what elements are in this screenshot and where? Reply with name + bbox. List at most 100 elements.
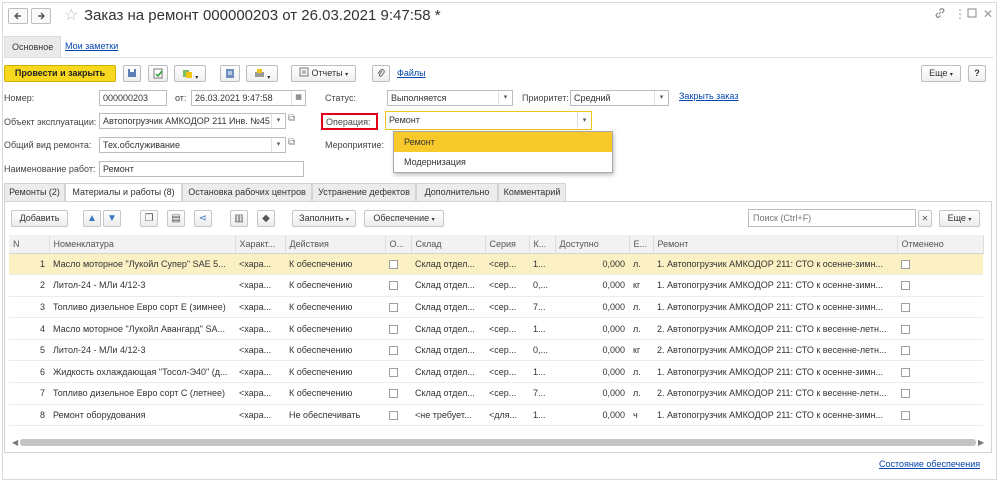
- cell-available[interactable]: 0,000: [555, 404, 629, 427]
- cell-cancelled[interactable]: [897, 382, 983, 405]
- cell-char[interactable]: <хара...: [235, 382, 285, 405]
- tab-work-center-stop[interactable]: Остановка рабочих центров: [182, 183, 312, 202]
- add-button[interactable]: Добавить: [11, 210, 68, 227]
- move-up-button[interactable]: ▲: [83, 210, 101, 227]
- move-down-button[interactable]: ▼: [103, 210, 121, 227]
- checkbox[interactable]: [901, 259, 910, 269]
- scroll-right-icon[interactable]: ▶: [978, 438, 984, 447]
- back-button[interactable]: [8, 8, 28, 24]
- post-and-close-button[interactable]: Провести и закрыть: [4, 65, 116, 82]
- cell-n[interactable]: 3: [9, 296, 49, 319]
- tab-materials[interactable]: Материалы и работы (8): [65, 183, 182, 203]
- col-header-available[interactable]: Доступно: [555, 235, 630, 254]
- cell-repair[interactable]: 1. Автопогрузчик АМКОДОР 211: СТО к осен…: [653, 274, 897, 297]
- chevron-down-icon[interactable]: ▾: [577, 112, 591, 129]
- delete-button[interactable]: ▤: [167, 210, 185, 227]
- checkbox[interactable]: [389, 367, 398, 377]
- cell-action[interactable]: К обеспечению: [285, 274, 385, 297]
- cell-warehouse[interactable]: Склад отдел...: [411, 382, 485, 405]
- priority-select[interactable]: Средний ▾: [570, 90, 669, 106]
- cell-series[interactable]: <сер...: [485, 360, 529, 384]
- col-header-warehouse[interactable]: Склад: [411, 235, 486, 254]
- close-order-link[interactable]: Закрыть заказ: [679, 91, 738, 101]
- cell-qty[interactable]: 7...: [529, 296, 555, 319]
- date-field[interactable]: 26.03.2021 9:47:58 ▦: [191, 90, 306, 106]
- cell-char[interactable]: <хара...: [235, 339, 285, 362]
- dropdown-option-repair[interactable]: Ремонт: [394, 132, 612, 152]
- checkbox[interactable]: [389, 281, 398, 291]
- clear-search-button[interactable]: ✕: [918, 210, 932, 227]
- cell-series[interactable]: <сер...: [485, 382, 529, 405]
- cell-flag[interactable]: [385, 296, 411, 319]
- open-link-icon[interactable]: ⧉: [288, 113, 295, 124]
- cell-warehouse[interactable]: Склад отдел...: [411, 253, 485, 276]
- checkbox[interactable]: [389, 346, 398, 356]
- cell-cancelled[interactable]: [897, 404, 983, 427]
- col-header-unit[interactable]: Е...: [629, 235, 654, 254]
- cell-item[interactable]: Жидкость охлаждающая "Тосол-Э40" (д...: [49, 360, 235, 384]
- cell-char[interactable]: <хара...: [235, 404, 285, 427]
- maximize-icon[interactable]: [967, 7, 977, 21]
- cell-char[interactable]: <хара...: [235, 253, 285, 276]
- cell-series[interactable]: <сер...: [485, 274, 529, 297]
- cell-cancelled[interactable]: [897, 317, 983, 340]
- table-row[interactable]: 4 Масло моторное "Лукойл Авангард" SA... <…: [9, 317, 983, 340]
- cell-unit[interactable]: л.: [629, 317, 653, 340]
- link-icon[interactable]: [934, 7, 946, 22]
- cell-qty[interactable]: 1...: [529, 253, 555, 276]
- pick-button[interactable]: ◆: [257, 210, 275, 227]
- checkbox[interactable]: [901, 346, 910, 356]
- table-row[interactable]: 3 Топливо дизельное Евро сорт Е (зимнее) <…: [9, 296, 983, 319]
- cell-cancelled[interactable]: [897, 360, 983, 384]
- cell-action[interactable]: К обеспечению: [285, 317, 385, 340]
- tab-defects[interactable]: Устранение дефектов: [312, 183, 416, 202]
- cell-warehouse[interactable]: Склад отдел...: [411, 296, 485, 319]
- cell-series[interactable]: <для...: [485, 404, 529, 427]
- cell-available[interactable]: 0,000: [555, 274, 629, 297]
- tab-additional[interactable]: Дополнительно: [416, 183, 498, 202]
- work-name-field[interactable]: Ремонт: [99, 161, 304, 177]
- cell-n[interactable]: 2: [9, 274, 49, 297]
- cell-series[interactable]: <сер...: [485, 317, 529, 340]
- chevron-down-icon[interactable]: ▾: [271, 114, 285, 128]
- table-row[interactable]: 1 Масло моторное "Лукойл Супер" SAE 5... <…: [9, 253, 983, 276]
- cell-available[interactable]: 0,000: [555, 296, 629, 319]
- cell-n[interactable]: 5: [9, 339, 49, 362]
- reports-button[interactable]: Отчеты ▾: [291, 65, 356, 82]
- tab-repairs[interactable]: Ремонты (2): [4, 183, 65, 202]
- cell-n[interactable]: 4: [9, 317, 49, 340]
- cell-flag[interactable]: [385, 317, 411, 340]
- cell-cancelled[interactable]: [897, 339, 983, 362]
- checkbox[interactable]: [389, 411, 398, 421]
- chevron-down-icon[interactable]: ▾: [271, 138, 285, 152]
- cell-repair[interactable]: 1. Автопогрузчик АМКОДОР 211: СТО к осен…: [653, 296, 897, 319]
- cell-unit[interactable]: л.: [629, 296, 653, 319]
- help-button[interactable]: ?: [968, 65, 986, 82]
- post-button[interactable]: [148, 65, 168, 82]
- chevron-down-icon[interactable]: ▾: [654, 91, 668, 105]
- supply-status-link[interactable]: Состояние обеспечения: [879, 459, 980, 469]
- col-header-cancelled[interactable]: Отменено: [897, 235, 984, 254]
- more-button[interactable]: Еще ▾: [921, 65, 961, 82]
- cell-qty[interactable]: 1...: [529, 404, 555, 427]
- number-field[interactable]: 000000203: [99, 90, 167, 106]
- horizontal-scrollbar[interactable]: [20, 439, 976, 446]
- copy-button[interactable]: ❐: [140, 210, 158, 227]
- split-button[interactable]: ⋖: [194, 210, 212, 227]
- cell-unit[interactable]: кг: [629, 339, 653, 362]
- attach-files-button[interactable]: [372, 65, 390, 82]
- col-header-n[interactable]: N: [9, 235, 50, 254]
- cell-warehouse[interactable]: Склад отдел...: [411, 360, 485, 384]
- cell-warehouse[interactable]: <не требует...: [411, 404, 485, 427]
- cell-action[interactable]: К обеспечению: [285, 382, 385, 405]
- checkbox[interactable]: [901, 389, 910, 399]
- cell-series[interactable]: <сер...: [485, 253, 529, 276]
- cell-unit[interactable]: ч: [629, 404, 653, 427]
- cell-repair[interactable]: 2. Автопогрузчик АМКОДОР 211: СТО к весе…: [653, 339, 897, 362]
- table-row[interactable]: 8 Ремонт оборудования <хара... Не обеспечив…: [9, 404, 983, 427]
- table-row[interactable]: 2 Литол-24 - МЛи 4/12-3 <хара... К обеспече…: [9, 274, 983, 297]
- tab-my-notes[interactable]: Мои заметки: [58, 36, 125, 58]
- checkbox[interactable]: [389, 324, 398, 334]
- save-button[interactable]: [123, 65, 141, 82]
- cell-action[interactable]: К обеспечению: [285, 360, 385, 384]
